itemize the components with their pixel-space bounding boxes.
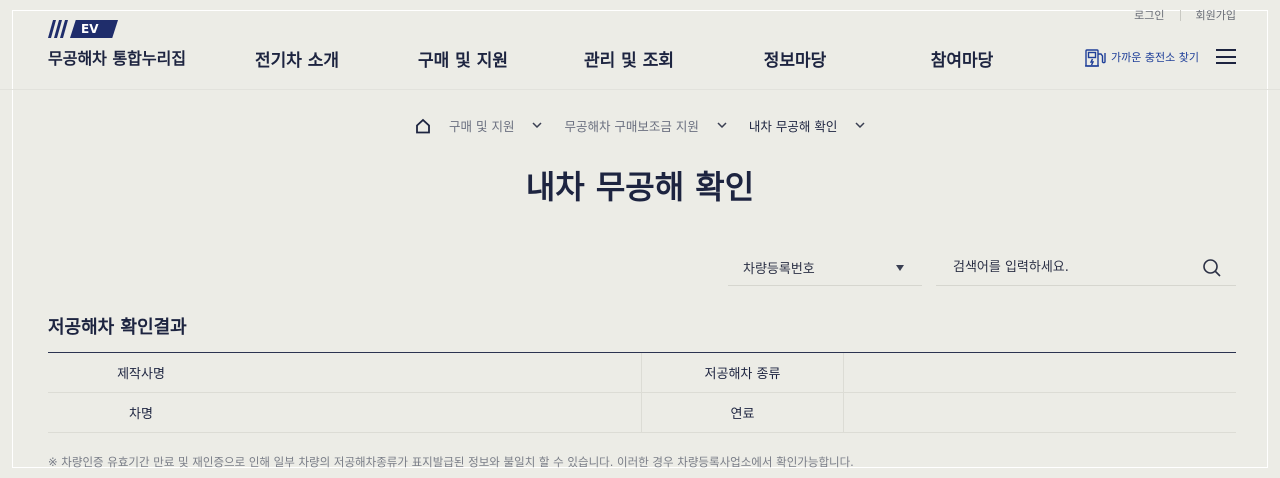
table-row: 제작사명 저공해차 종류 [48, 353, 1236, 393]
search-icon[interactable] [1202, 258, 1222, 278]
result-table: 제작사명 저공해차 종류 차명 연료 [48, 352, 1236, 433]
logo-stripes-icon [48, 20, 68, 38]
breadcrumb-item-purchase-support[interactable]: 구매 및 지원 [449, 116, 514, 135]
search-type-value: 차량등록번호 [743, 262, 815, 277]
find-station-link[interactable]: 가까운 충전소 찾기 [1083, 45, 1199, 69]
notice-text: ※ 차량인증 유효기간 만료 및 재인증으로 인해 일부 차량의 저공해차종류가… [48, 455, 854, 469]
value-fuel [844, 393, 1236, 432]
label-fuel: 연료 [642, 393, 844, 432]
ev-charger-icon [1085, 49, 1106, 67]
home-icon[interactable] [415, 118, 431, 134]
nav-item-info[interactable]: 정보마당 [764, 46, 827, 71]
chevron-down-icon[interactable] [532, 122, 542, 129]
page-title: 내차 무공해 확인 [525, 168, 755, 206]
breadcrumb-item-current[interactable]: 내차 무공해 확인 [749, 116, 837, 135]
logo-ev-text: EV [70, 20, 118, 38]
result-section-title: 저공해차 확인결과 [48, 317, 187, 338]
search-input[interactable] [953, 260, 1183, 275]
divider [1179, 9, 1181, 21]
chevron-down-icon[interactable] [855, 122, 865, 129]
dropdown-arrow-icon [896, 264, 904, 271]
chevron-down-icon[interactable] [717, 122, 727, 129]
nav-item-participation[interactable]: 참여마당 [931, 46, 994, 71]
value-car-name [234, 393, 642, 432]
label-car-name: 차명 [129, 407, 153, 422]
nav-item-purchase-support[interactable]: 구매 및 지원 [418, 46, 508, 71]
label-manufacturer: 제작사명 [117, 367, 165, 382]
login-link[interactable]: 로그인 [1134, 7, 1164, 23]
value-manufacturer [234, 353, 642, 392]
hamburger-menu-icon[interactable] [1216, 49, 1236, 64]
find-station-label: 가까운 충전소 찾기 [1111, 51, 1199, 64]
utility-links: 로그인 회원가입 [1134, 7, 1236, 23]
breadcrumb: 구매 및 지원 무공해차 구매보조금 지원 내차 무공해 확인 [415, 116, 887, 135]
label-low-emission-type: 저공해차 종류 [642, 353, 844, 392]
breadcrumb-item-subsidy[interactable]: 무공해차 구매보조금 지원 [564, 116, 698, 135]
logo-badge: EV [48, 20, 120, 38]
value-low-emission-type [844, 353, 1236, 392]
signup-link[interactable]: 회원가입 [1196, 7, 1236, 23]
nav-item-ev-intro[interactable]: 전기차 소개 [255, 46, 339, 71]
table-row: 차명 연료 [48, 393, 1236, 433]
search-type-select[interactable]: 차량등록번호 [728, 250, 922, 286]
header-divider [0, 89, 1280, 90]
search-box [936, 250, 1236, 286]
nav-item-manage-lookup[interactable]: 관리 및 조회 [584, 46, 674, 71]
